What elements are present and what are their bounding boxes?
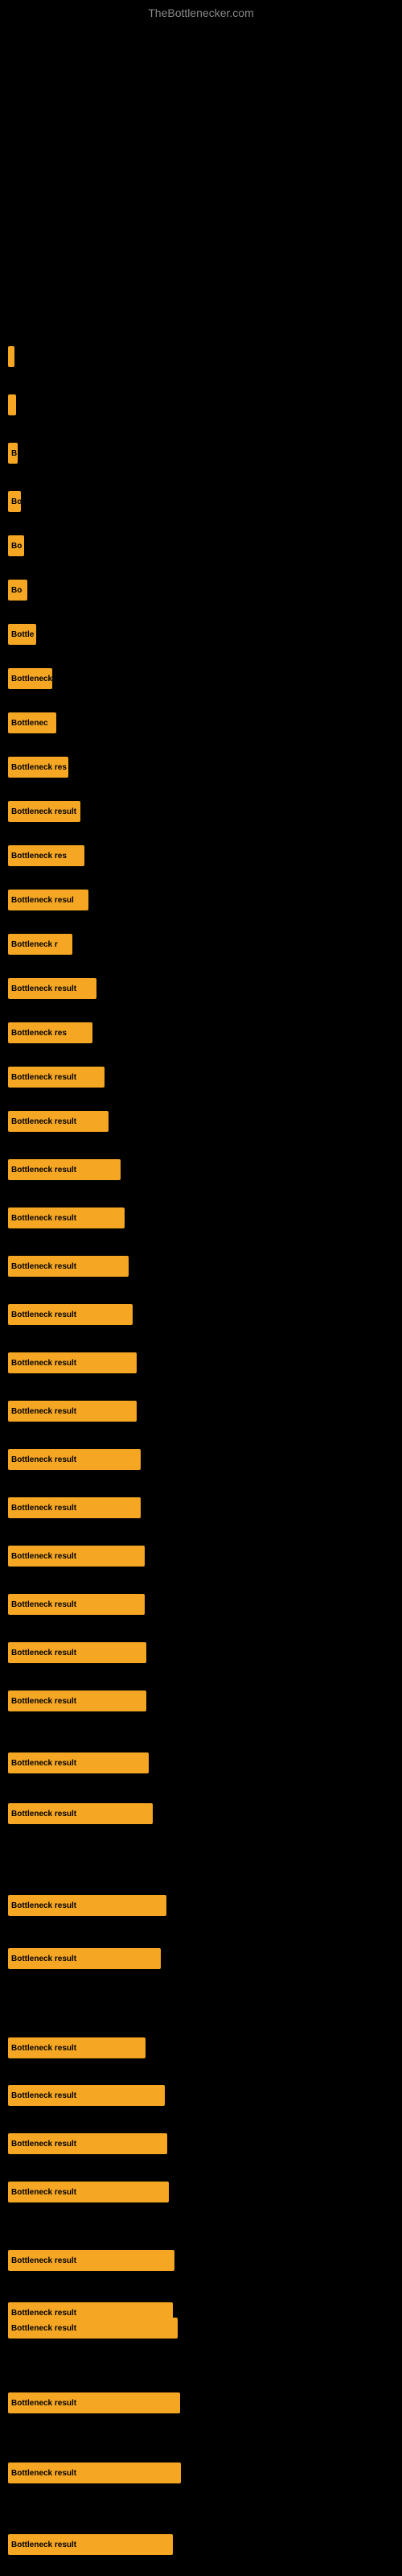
bottleneck-bar-14: Bottleneck result: [8, 978, 96, 999]
bottleneck-bar-35: Bottleneck result: [8, 2085, 165, 2106]
bottleneck-bar-34: Bottleneck result: [8, 2037, 146, 2058]
bottleneck-bar-6: Bottle: [8, 624, 36, 645]
bottleneck-bar-5: Bo: [8, 580, 27, 601]
bottleneck-bar-33: Bottleneck result: [8, 1948, 161, 1969]
bottleneck-bar-37: Bottleneck result: [8, 2182, 169, 2202]
bottleneck-bar-4: Bo: [8, 535, 24, 556]
bottleneck-bar-27: Bottleneck result: [8, 1594, 145, 1615]
bar-label-40: Bottleneck result: [11, 2324, 76, 2333]
bottleneck-bar-31: Bottleneck result: [8, 1803, 153, 1824]
bar-label-34: Bottleneck result: [11, 2044, 76, 2053]
bar-label-14: Bottleneck result: [11, 985, 76, 993]
bar-label-9: Bottleneck res: [11, 763, 67, 772]
bar-label-3: Bo: [11, 497, 21, 506]
bar-label-18: Bottleneck result: [11, 1166, 76, 1174]
bottleneck-bar-1: [8, 394, 16, 415]
bar-label-10: Bottleneck result: [11, 807, 76, 816]
bottleneck-bar-20: Bottleneck result: [8, 1256, 129, 1277]
bar-label-24: Bottleneck result: [11, 1455, 76, 1464]
bottleneck-bar-0: [8, 346, 14, 367]
bottleneck-bar-43: Bottleneck result: [8, 2534, 173, 2555]
bottleneck-bar-21: Bottleneck result: [8, 1304, 133, 1325]
bar-label-12: Bottleneck resul: [11, 896, 74, 905]
bar-label-33: Bottleneck result: [11, 1955, 76, 1963]
bottleneck-bar-8: Bottlenec: [8, 712, 56, 733]
bar-label-43: Bottleneck result: [11, 2541, 76, 2549]
bar-label-17: Bottleneck result: [11, 1117, 76, 1126]
bar-label-39: Bottleneck result: [11, 2309, 76, 2318]
bottleneck-bar-3: Bo: [8, 491, 21, 512]
bar-label-5: Bo: [11, 586, 22, 595]
bar-label-21: Bottleneck result: [11, 1311, 76, 1319]
bottleneck-bar-15: Bottleneck res: [8, 1022, 92, 1043]
bottleneck-bar-30: Bottleneck result: [8, 1752, 149, 1773]
bottleneck-bar-40: Bottleneck result: [8, 2318, 178, 2339]
bar-label-7: Bottleneck r: [11, 675, 52, 683]
bottleneck-bar-9: Bottleneck res: [8, 757, 68, 778]
bottleneck-bar-11: Bottleneck res: [8, 845, 84, 866]
bar-label-27: Bottleneck result: [11, 1600, 76, 1609]
bar-label-16: Bottleneck result: [11, 1073, 76, 1082]
bar-label-32: Bottleneck result: [11, 1901, 76, 1910]
bar-label-26: Bottleneck result: [11, 1552, 76, 1561]
bar-label-35: Bottleneck result: [11, 2091, 76, 2100]
bottleneck-bar-10: Bottleneck result: [8, 801, 80, 822]
bar-label-6: Bottle: [11, 630, 34, 639]
bottleneck-bar-36: Bottleneck result: [8, 2133, 167, 2154]
bar-label-28: Bottleneck result: [11, 1649, 76, 1657]
bottleneck-bar-25: Bottleneck result: [8, 1497, 141, 1518]
bar-label-31: Bottleneck result: [11, 1810, 76, 1818]
bar-label-8: Bottlenec: [11, 719, 48, 728]
bottleneck-bar-41: Bottleneck result: [8, 2392, 180, 2413]
bar-label-38: Bottleneck result: [11, 2256, 76, 2265]
bar-label-25: Bottleneck result: [11, 1504, 76, 1513]
site-title: TheBottlenecker.com: [148, 6, 254, 19]
bar-label-29: Bottleneck result: [11, 1697, 76, 1706]
bottleneck-bar-18: Bottleneck result: [8, 1159, 121, 1180]
bottleneck-bar-32: Bottleneck result: [8, 1895, 166, 1916]
bar-label-19: Bottleneck result: [11, 1214, 76, 1223]
bottleneck-bar-23: Bottleneck result: [8, 1401, 137, 1422]
bottleneck-bar-17: Bottleneck result: [8, 1111, 109, 1132]
bar-label-20: Bottleneck result: [11, 1262, 76, 1271]
bottleneck-bar-19: Bottleneck result: [8, 1208, 125, 1228]
bar-label-13: Bottleneck r: [11, 940, 58, 949]
bar-label-23: Bottleneck result: [11, 1407, 76, 1416]
bottleneck-bar-29: Bottleneck result: [8, 1690, 146, 1711]
bar-label-36: Bottleneck result: [11, 2140, 76, 2149]
bottleneck-bar-16: Bottleneck result: [8, 1067, 105, 1088]
bottleneck-bar-13: Bottleneck r: [8, 934, 72, 955]
bar-label-2: B: [11, 449, 17, 458]
bar-label-41: Bottleneck result: [11, 2399, 76, 2408]
bottleneck-bar-26: Bottleneck result: [8, 1546, 145, 1567]
bar-label-4: Bo: [11, 542, 22, 551]
bottleneck-bar-7: Bottleneck r: [8, 668, 52, 689]
bottleneck-bar-2: B: [8, 443, 18, 464]
bottleneck-bar-38: Bottleneck result: [8, 2250, 174, 2271]
bar-label-37: Bottleneck result: [11, 2188, 76, 2197]
bottleneck-bar-42: Bottleneck result: [8, 2462, 181, 2483]
bottleneck-bar-22: Bottleneck result: [8, 1352, 137, 1373]
bottleneck-bar-12: Bottleneck resul: [8, 890, 88, 910]
bar-label-30: Bottleneck result: [11, 1759, 76, 1768]
bottleneck-bar-28: Bottleneck result: [8, 1642, 146, 1663]
bar-label-11: Bottleneck res: [11, 852, 67, 861]
bottleneck-bar-24: Bottleneck result: [8, 1449, 141, 1470]
bar-label-42: Bottleneck result: [11, 2469, 76, 2478]
bar-label-15: Bottleneck res: [11, 1029, 67, 1038]
bar-label-22: Bottleneck result: [11, 1359, 76, 1368]
